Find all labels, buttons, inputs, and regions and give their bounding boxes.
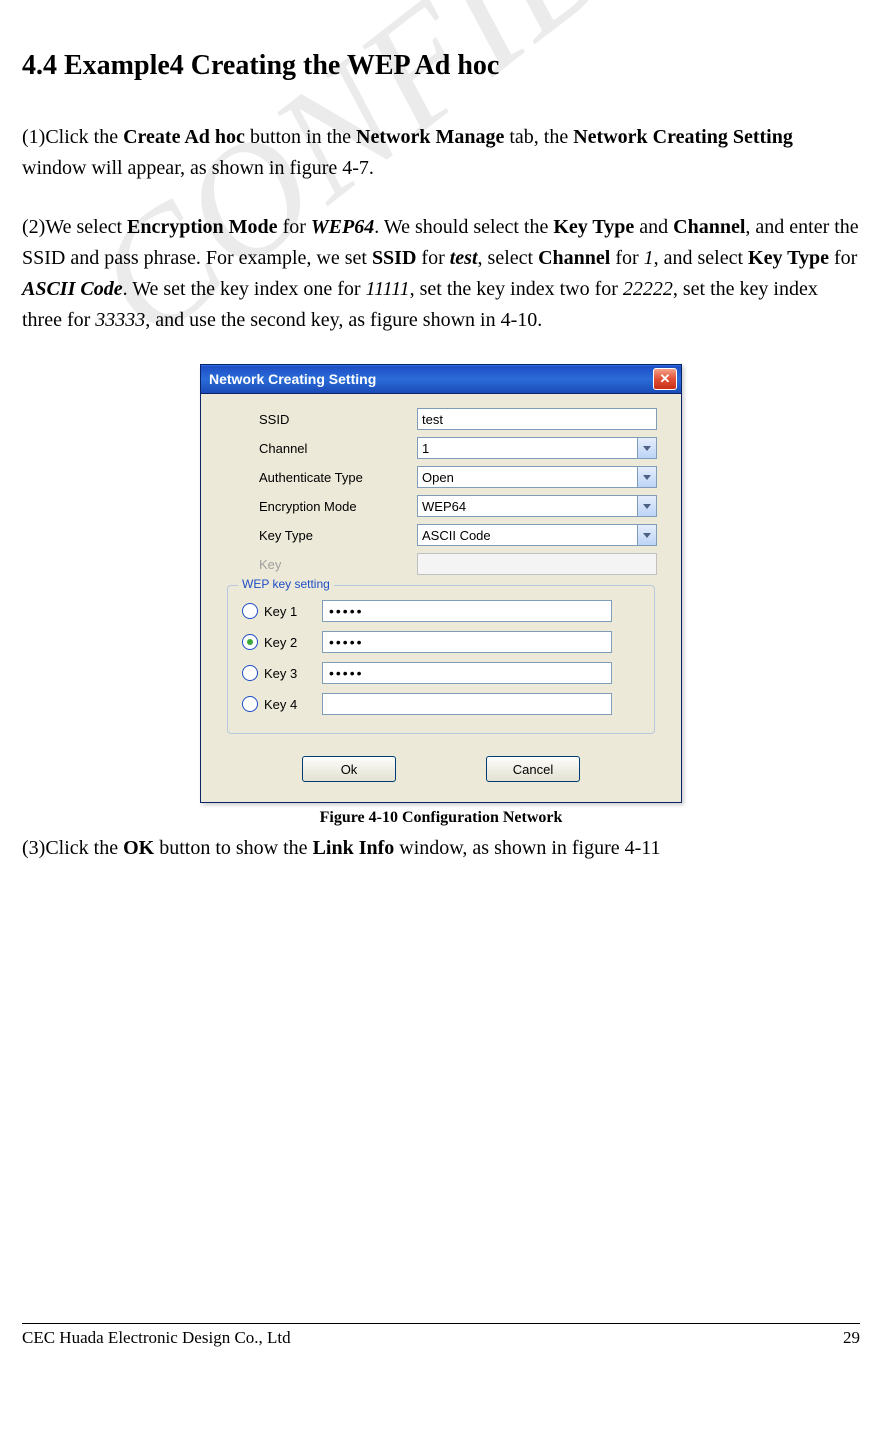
channel-value: 1 [422,441,429,456]
text: for [278,216,311,238]
text-bold: Create Ad hoc [123,126,245,148]
text: and [634,216,673,238]
text-bold: OK [123,837,154,859]
dialog-titlebar[interactable]: Network Creating Setting ✕ [201,365,681,394]
key2-input[interactable] [322,631,612,653]
chevron-down-icon [637,438,656,458]
paragraph-3: (3)Click the OK button to show the Link … [22,833,860,864]
text: (1)Click the [22,126,123,148]
text: , and select [654,247,748,269]
chevron-down-icon [637,496,656,516]
auth-row: Authenticate Type Open [217,466,665,488]
encryption-select[interactable]: WEP64 [417,495,657,517]
text: , set the key index two for [410,278,623,300]
encryption-row: Encryption Mode WEP64 [217,495,665,517]
key1-radio[interactable] [242,603,258,619]
text-italic: 11111 [366,278,410,300]
text-bold: Link Info [313,837,395,859]
auth-select[interactable]: Open [417,466,657,488]
keytype-select[interactable]: ASCII Code [417,524,657,546]
key3-input[interactable] [322,662,612,684]
key4-label: Key 4 [264,697,322,712]
text: for [416,247,449,269]
text-italic: 33333 [95,309,145,331]
key1-input[interactable] [322,600,612,622]
close-icon: ✕ [660,371,671,387]
wep-legend: WEP key setting [238,577,334,591]
text-bold: Network Creating Setting [573,126,793,148]
text-bold: Network Manage [356,126,504,148]
text: button in the [245,126,356,148]
text-bold: Channel [673,216,745,238]
encryption-value: WEP64 [422,499,466,514]
ssid-label: SSID [217,412,417,427]
page-footer: CEC Huada Electronic Design Co., Ltd 29 [22,1323,860,1348]
network-creating-setting-dialog: Network Creating Setting ✕ SSID Channel … [200,364,682,803]
paragraph-2: (2)We select Encryption Mode for WEP64. … [22,212,860,336]
text-italic: 22222 [623,278,673,300]
dialog-title: Network Creating Setting [209,371,376,387]
key4-radio[interactable] [242,696,258,712]
key2-label: Key 2 [264,635,322,650]
key1-row: Key 1 [242,600,640,622]
key-input [417,553,657,575]
text: button to show the [154,837,312,859]
ssid-row: SSID [217,408,665,430]
key2-row: Key 2 [242,631,640,653]
text: window, as shown in figure 4-11 [394,837,660,859]
text: (3)Click the [22,837,123,859]
key1-label: Key 1 [264,604,322,619]
cancel-button[interactable]: Cancel [486,756,580,782]
figure-caption: Figure 4-10 Configuration Network [22,809,860,827]
dialog-body: SSID Channel 1 Authenticate Type Open En… [201,394,681,802]
auth-value: Open [422,470,454,485]
text: for [610,247,643,269]
text: tab, the [504,126,573,148]
encryption-label: Encryption Mode [217,499,417,514]
text-bold: Channel [538,247,610,269]
text: window will appear, as shown in figure 4… [22,157,374,179]
text-bold: SSID [372,247,416,269]
text-bold: Key Type [553,216,634,238]
paragraph-1: (1)Click the Create Ad hoc button in the… [22,122,860,184]
text: , select [478,247,539,269]
key-label: Key [217,557,417,572]
key3-label: Key 3 [264,666,322,681]
channel-row: Channel 1 [217,437,665,459]
dialog-button-row: Ok Cancel [217,756,665,782]
ssid-input[interactable] [417,408,657,430]
keytype-label: Key Type [217,528,417,543]
auth-label: Authenticate Type [217,470,417,485]
chevron-down-icon [637,467,656,487]
text-bold: Key Type [748,247,829,269]
text-bold-italic: WEP64 [311,216,374,238]
key4-row: Key 4 [242,693,640,715]
text-bold: Encryption Mode [127,216,278,238]
text: , and use the second key, as figure show… [145,309,542,331]
section-heading: 4.4 Example4 Creating the WEP Ad hoc [22,50,860,82]
text-bold-italic: test [450,247,478,269]
key-row: Key [217,553,665,575]
text: . We should select the [374,216,553,238]
keytype-value: ASCII Code [422,528,491,543]
channel-select[interactable]: 1 [417,437,657,459]
key3-radio[interactable] [242,665,258,681]
text-bold-italic: ASCII Code [22,278,123,300]
text-italic: 1 [644,247,654,269]
key4-input[interactable] [322,693,612,715]
footer-page-number: 29 [843,1328,860,1348]
chevron-down-icon [637,525,656,545]
text: (2)We select [22,216,127,238]
keytype-row: Key Type ASCII Code [217,524,665,546]
ok-button[interactable]: Ok [302,756,396,782]
text: for [829,247,857,269]
text: . We set the key index one for [123,278,366,300]
footer-company: CEC Huada Electronic Design Co., Ltd [22,1328,291,1348]
channel-label: Channel [217,441,417,456]
key2-radio[interactable] [242,634,258,650]
wep-key-setting-group: WEP key setting Key 1 Key 2 Key 3 [227,585,655,734]
close-button[interactable]: ✕ [653,368,677,390]
key3-row: Key 3 [242,662,640,684]
